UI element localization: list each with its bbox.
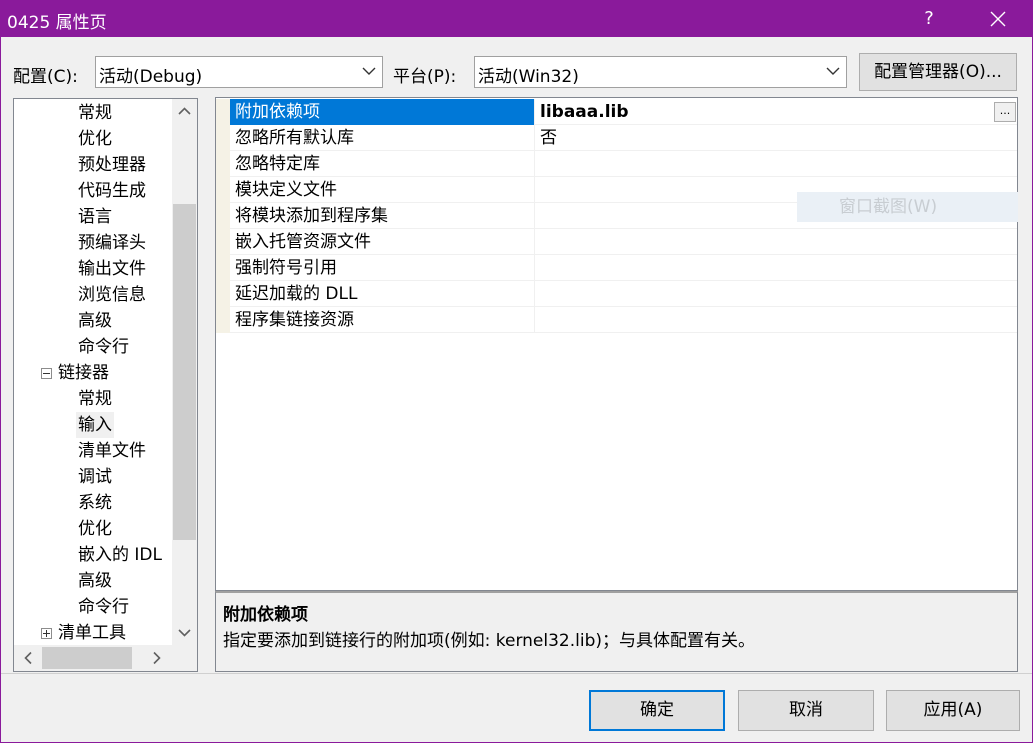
property-pages-dialog: 0425 属性页 ? 配置(C): 活动(Debug) 平台(P): 活动(Wi… — [0, 0, 1033, 743]
scroll-down-button[interactable] — [172, 620, 197, 645]
property-row[interactable]: 强制符号引用 — [216, 255, 1017, 281]
tree-item[interactable]: 常规 — [78, 100, 112, 126]
property-name[interactable]: 忽略所有默认库 — [230, 125, 535, 151]
property-name[interactable]: 嵌入托管资源文件 — [230, 229, 535, 255]
footer-divider — [1, 673, 1032, 674]
scroll-left-button[interactable] — [16, 645, 41, 670]
property-name[interactable]: 强制符号引用 — [230, 255, 535, 281]
close-button[interactable] — [973, 1, 1023, 37]
chevron-down-icon — [826, 67, 840, 75]
property-name[interactable]: 将模块添加到程序集 — [230, 203, 535, 229]
property-grid: 附加依赖项 libaaa.lib ... 忽略所有默认库 否 忽略特定库 模块定… — [215, 97, 1018, 591]
chevron-right-icon — [153, 651, 161, 665]
help-button[interactable]: ? — [913, 1, 945, 37]
property-value[interactable]: libaaa.lib — [536, 99, 1016, 125]
expand-icon[interactable] — [41, 628, 52, 639]
tree-item[interactable]: 高级 — [78, 568, 112, 594]
property-name[interactable]: 延迟加载的 DLL — [230, 281, 535, 307]
tree-item[interactable]: 调试 — [78, 464, 112, 490]
tree-item[interactable]: 常规 — [78, 386, 112, 412]
apply-button[interactable]: 应用(A) — [886, 690, 1020, 731]
property-row[interactable]: 忽略特定库 — [216, 151, 1017, 177]
property-row[interactable]: 嵌入托管资源文件 — [216, 229, 1017, 255]
scroll-right-button[interactable] — [144, 645, 169, 670]
window-capture-overlay[interactable]: 窗口截图(W) — [797, 192, 1018, 222]
chevron-left-icon — [24, 651, 32, 665]
description-panel: 附加依赖项 指定要添加到链接行的附加项(例如: kernel32.lib)；与具… — [215, 591, 1018, 672]
tree-item-linker[interactable]: 链接器 — [58, 360, 109, 386]
tree-item[interactable]: 嵌入的 IDL — [78, 542, 162, 568]
property-name[interactable]: 程序集链接资源 — [230, 307, 535, 333]
tree-item[interactable]: 语言 — [78, 204, 112, 230]
property-name[interactable]: 忽略特定库 — [230, 151, 535, 177]
tree-item[interactable]: 预编译头 — [78, 230, 146, 256]
tree-item-input-selected[interactable]: 输入 — [76, 412, 114, 438]
collapse-icon[interactable] — [41, 368, 52, 379]
tree-item[interactable]: 命令行 — [78, 594, 129, 620]
chevron-down-icon — [178, 629, 191, 637]
config-manager-button[interactable]: 配置管理器(O)... — [859, 53, 1017, 91]
property-value[interactable]: 否 — [536, 125, 1016, 151]
settings-tree: 常规 优化 预处理器 代码生成 语言 预编译头 输出文件 浏览信息 高级 命令行… — [13, 98, 198, 672]
scroll-up-button[interactable] — [172, 99, 197, 124]
tree-horizontal-scrollbar[interactable] — [14, 645, 197, 671]
tree-item[interactable]: 系统 — [78, 490, 112, 516]
tree-item[interactable]: 清单文件 — [78, 438, 146, 464]
property-value[interactable] — [536, 229, 1016, 255]
window-title: 0425 属性页 — [7, 13, 107, 33]
tree-item[interactable]: 优化 — [78, 516, 112, 542]
ok-button[interactable]: 确定 — [589, 690, 725, 731]
platform-value: 活动(Win32) — [478, 67, 579, 87]
config-label: 配置(C): — [13, 67, 78, 87]
config-value: 活动(Debug) — [99, 67, 203, 87]
tree-item[interactable]: 高级 — [78, 308, 112, 334]
tree-item[interactable]: 优化 — [78, 126, 112, 152]
property-row[interactable]: 忽略所有默认库 否 — [216, 125, 1017, 151]
tree-item[interactable]: 命令行 — [78, 334, 129, 360]
platform-label: 平台(P): — [393, 67, 457, 87]
tree-item[interactable]: 浏览信息 — [78, 282, 146, 308]
property-name[interactable]: 附加依赖项 — [230, 99, 535, 125]
tree-scroll-thumb[interactable] — [173, 204, 196, 540]
config-combobox[interactable]: 活动(Debug) — [95, 56, 383, 88]
close-icon — [990, 11, 1006, 27]
description-title: 附加依赖项 — [223, 605, 308, 625]
platform-combobox[interactable]: 活动(Win32) — [474, 56, 847, 88]
property-name[interactable]: 模块定义文件 — [230, 177, 535, 203]
tree-item[interactable]: 预处理器 — [78, 152, 146, 178]
property-row[interactable]: 附加依赖项 libaaa.lib ... — [216, 99, 1017, 125]
chevron-down-icon — [362, 67, 376, 75]
tree-vertical-scrollbar[interactable] — [172, 99, 197, 645]
cancel-button[interactable]: 取消 — [738, 690, 874, 731]
edit-ellipsis-button[interactable]: ... — [994, 102, 1016, 122]
title-bar: 0425 属性页 ? — [1, 1, 1032, 37]
property-value[interactable] — [536, 281, 1016, 307]
tree-item[interactable]: 代码生成 — [78, 178, 146, 204]
description-text: 指定要添加到链接行的附加项(例如: kernel32.lib)；与具体配置有关。 — [223, 631, 756, 651]
tree-item-manifest-tool[interactable]: 清单工具 — [58, 620, 126, 646]
property-value[interactable] — [536, 151, 1016, 177]
tree-item[interactable]: 输出文件 — [78, 256, 146, 282]
property-row[interactable]: 延迟加载的 DLL — [216, 281, 1017, 307]
chevron-up-icon — [178, 107, 191, 115]
property-value[interactable] — [536, 255, 1016, 281]
tree-hscroll-thumb[interactable] — [42, 647, 132, 669]
property-row[interactable]: 程序集链接资源 — [216, 307, 1017, 333]
property-value[interactable] — [536, 307, 1016, 333]
